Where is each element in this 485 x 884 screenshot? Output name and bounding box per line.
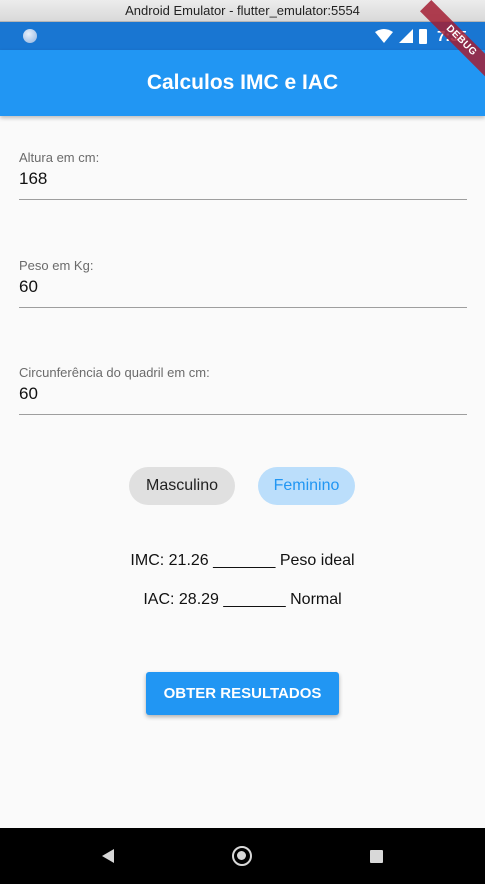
weight-input[interactable] [19,273,467,308]
recents-icon[interactable] [370,850,383,863]
gender-chip-female[interactable]: Feminino [258,467,355,505]
app-bar: Calculos IMC e IAC [0,50,485,116]
battery-icon [418,28,427,44]
get-results-button[interactable]: OBTER RESULTADOS [146,672,339,715]
imc-result: IMC: 21.26 _______ Peso ideal [130,552,355,569]
weight-field: Peso em Kg: [19,258,467,308]
gender-chip-male[interactable]: Masculino [129,467,235,505]
weight-label: Peso em Kg: [19,258,94,273]
hip-field: Circunferência do quadril em cm: [19,365,467,415]
height-input[interactable] [19,165,467,200]
status-bar: 7:35 [0,22,485,50]
app-indicator-icon [23,29,37,43]
height-label: Altura em cm: [19,150,100,165]
hip-label: Circunferência do quadril em cm: [19,365,210,380]
window-title: Android Emulator - flutter_emulator:5554 [125,3,360,18]
signal-icon [398,29,413,43]
height-field: Altura em cm: [19,150,467,200]
back-icon[interactable] [100,848,116,864]
hip-input[interactable] [19,380,467,415]
iac-result: IAC: 28.29 _______ Normal [143,591,342,608]
home-icon[interactable] [232,846,252,866]
wifi-icon [374,29,393,43]
app-title: Calculos IMC e IAC [146,71,339,94]
window-titlebar: Android Emulator - flutter_emulator:5554 [0,0,485,22]
navigation-bar [0,828,485,884]
